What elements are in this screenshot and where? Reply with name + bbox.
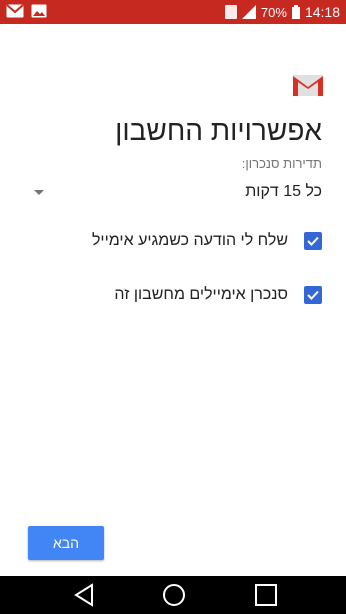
sync-frequency-dropdown[interactable]: כל 15 דקות <box>28 176 322 210</box>
next-button[interactable]: הבא <box>28 526 104 560</box>
home-icon[interactable] <box>161 582 187 608</box>
page-title: אפשרויות החשבון <box>115 115 322 146</box>
sync-email-label: סנכרן אימיילים מחשבון זה <box>114 286 288 303</box>
status-bar: 70% 14:18 <box>0 0 346 24</box>
image-notification-icon <box>31 4 47 18</box>
gmail-notification-icon <box>6 4 24 18</box>
notify-email-label: שלח לי הודעה כשמגיע אימייל <box>91 232 288 249</box>
back-icon[interactable] <box>72 582 98 608</box>
clock: 14:18 <box>304 4 340 20</box>
notify-email-option[interactable]: שלח לי הודעה כשמגיע אימייל <box>92 226 322 256</box>
sync-email-option[interactable]: סנכרן אימיילים מחשבון זה <box>114 280 322 310</box>
sync-frequency-value: כל 15 דקות <box>245 183 322 200</box>
recents-icon[interactable] <box>253 582 279 608</box>
network-icon <box>224 5 237 19</box>
notify-email-checkbox[interactable] <box>304 232 322 250</box>
dropdown-arrow-icon <box>34 190 44 195</box>
battery-percent: 70% <box>260 4 287 20</box>
sync-frequency-label: תדירות סנכרון: <box>241 156 322 171</box>
battery-icon <box>291 5 300 19</box>
status-bar-system: 70% 14:18 <box>224 0 340 24</box>
signal-icon <box>241 5 256 19</box>
sync-email-checkbox[interactable] <box>304 286 322 304</box>
status-bar-notifications <box>6 4 47 18</box>
gmail-logo-icon <box>293 73 323 97</box>
navigation-bar <box>0 576 346 614</box>
